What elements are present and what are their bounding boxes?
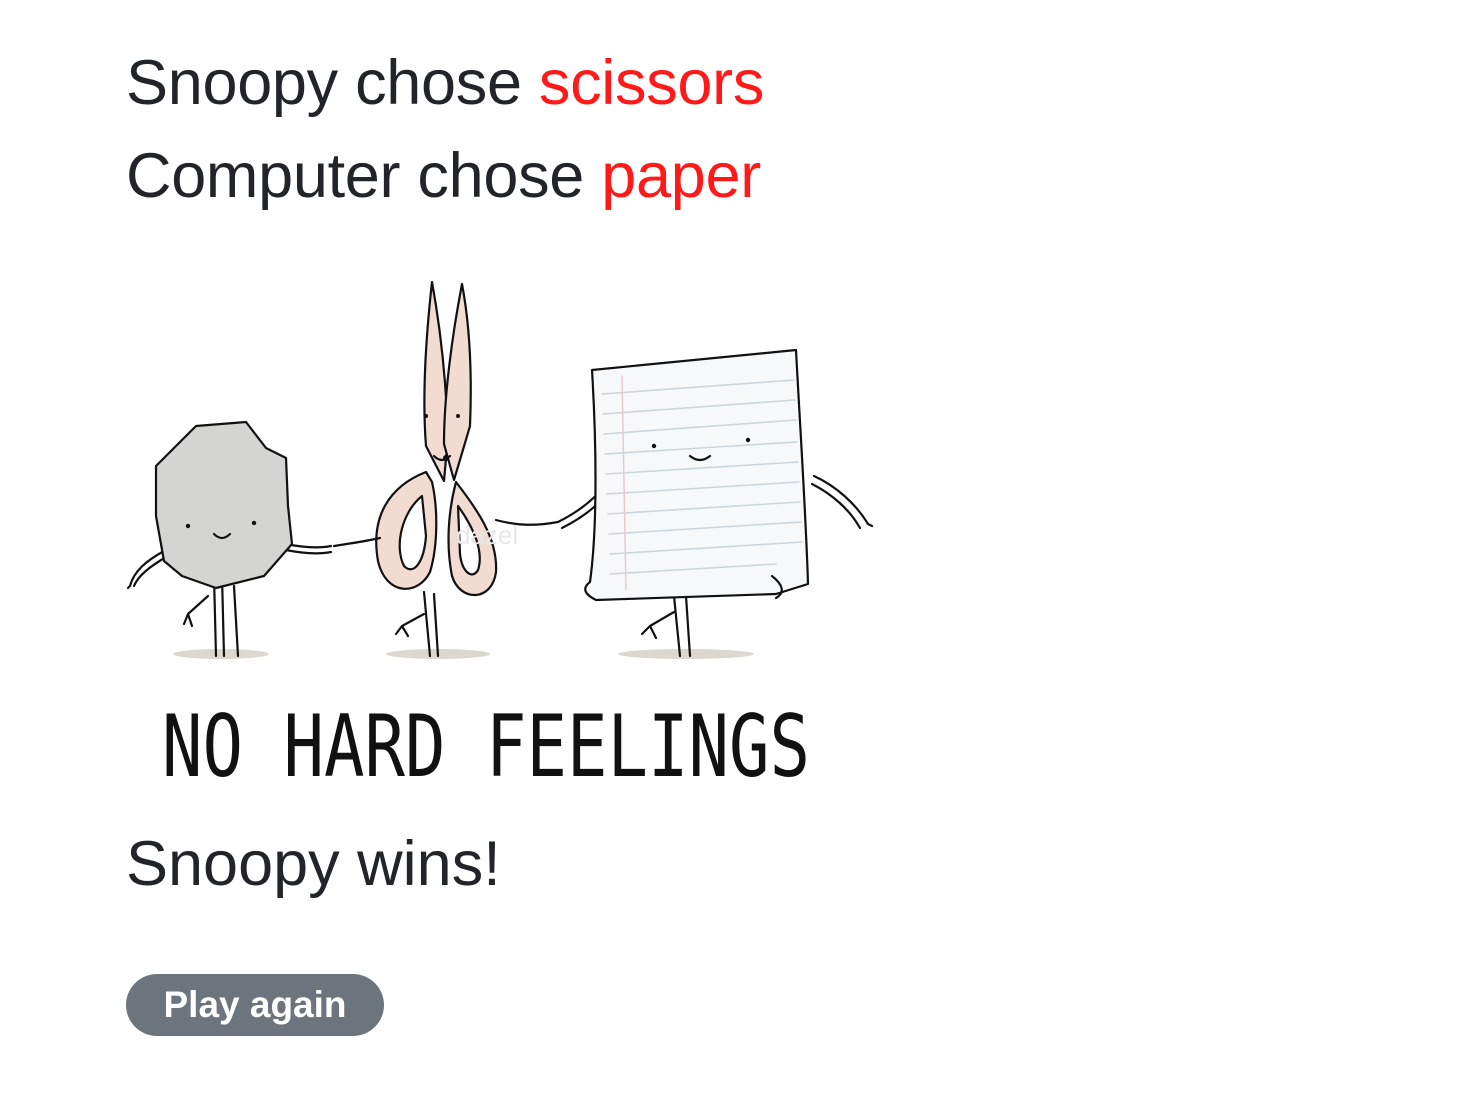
paper-shadow <box>618 649 754 659</box>
scissors-character <box>332 280 560 658</box>
rock-character <box>126 420 333 658</box>
player-choice-line: Snoopy chose scissors <box>126 52 764 115</box>
computer-choice-prefix: Computer chose <box>126 141 585 211</box>
outcome-message: Snoopy wins! <box>126 829 501 899</box>
illustration-caption: NO HARD FEELINGS <box>162 697 810 796</box>
paper-character <box>556 348 874 658</box>
rock-paper-scissors-illustration: dazel NO HARD FEELINGS <box>126 276 886 796</box>
computer-choice-line: Computer chose paper <box>126 145 761 208</box>
play-again-button[interactable]: Play again <box>126 974 384 1036</box>
game-result-page: Snoopy chose scissors Computer chose pap… <box>0 0 1458 1106</box>
illustration-watermark: dazel <box>456 520 518 550</box>
player-choice-value: scissors <box>538 48 765 118</box>
computer-choice-value: paper <box>601 141 761 211</box>
player-choice-prefix: Snoopy chose <box>126 48 522 118</box>
rock-shadow <box>173 649 269 659</box>
